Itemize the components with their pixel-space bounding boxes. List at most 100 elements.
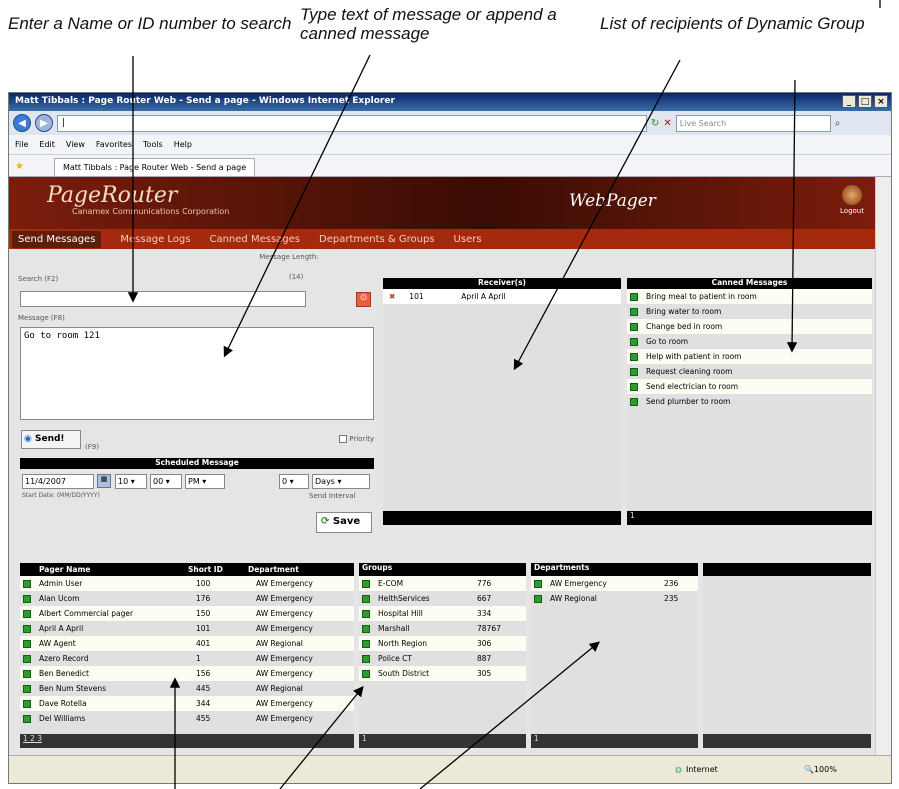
zoom-icon[interactable]: 🔍 bbox=[804, 765, 814, 774]
group-row[interactable]: South District 305 bbox=[359, 666, 526, 681]
ampm-select[interactable]: PM ▾ bbox=[185, 474, 225, 489]
add-icon bbox=[23, 639, 31, 648]
nav-users[interactable]: Users bbox=[454, 234, 482, 245]
add-icon bbox=[630, 292, 638, 301]
pagers-pagination[interactable]: 1 2 3 bbox=[20, 734, 354, 748]
add-icon bbox=[23, 579, 31, 588]
group-row[interactable]: Police CT 887 bbox=[359, 651, 526, 666]
department-row[interactable]: AW Regional 235 bbox=[531, 591, 698, 606]
pager-row[interactable]: Del Williams 455 AW Emergency bbox=[20, 711, 354, 726]
browser-tab[interactable]: Matt Tibbals : Page Router Web - Send a … bbox=[53, 158, 256, 176]
pager-id: 344 bbox=[196, 699, 211, 708]
search-icon[interactable]: ⌕ bbox=[835, 118, 841, 129]
pager-row[interactable]: Azero Record 1 AW Emergency bbox=[20, 651, 354, 666]
menu-edit[interactable]: Edit bbox=[39, 140, 55, 149]
receivers-footer bbox=[383, 511, 621, 525]
add-icon bbox=[630, 307, 638, 316]
nav-canned-messages[interactable]: Canned Messages bbox=[209, 234, 300, 245]
canned-item[interactable]: Send plumber to room bbox=[627, 394, 872, 409]
receivers-header: Receiver(s) bbox=[383, 278, 621, 289]
address-bar[interactable]: | bbox=[57, 114, 647, 132]
interval-unit-select[interactable]: Days ▾ bbox=[312, 474, 370, 489]
search-input[interactable] bbox=[20, 291, 306, 307]
pager-row[interactable]: Ben Num Stevens 445 AW Regional bbox=[20, 681, 354, 696]
canned-item[interactable]: Change bed in room bbox=[627, 319, 872, 334]
menu-file[interactable]: File bbox=[15, 140, 28, 149]
refresh-icon[interactable]: ↻ bbox=[651, 118, 659, 129]
save-button[interactable]: ⟳ Save bbox=[316, 512, 372, 533]
add-icon bbox=[23, 624, 31, 633]
minimize-icon[interactable]: _ bbox=[842, 95, 856, 108]
group-row[interactable]: HelthServices 667 bbox=[359, 591, 526, 606]
start-date-input[interactable]: 11/4/2007 bbox=[22, 474, 94, 489]
pager-row[interactable]: Dave Rotella 344 AW Emergency bbox=[20, 696, 354, 711]
pager-row[interactable]: Albert Commercial pager 150 AW Emergency bbox=[20, 606, 354, 621]
zoom-level[interactable]: 100% bbox=[814, 765, 837, 774]
pager-row[interactable]: AW Agent 401 AW Regional bbox=[20, 636, 354, 651]
add-icon bbox=[630, 352, 638, 361]
canned-messages-footer: 1 bbox=[627, 511, 872, 525]
pager-name: Azero Record bbox=[39, 654, 89, 663]
nav-message-logs[interactable]: Message Logs bbox=[120, 234, 190, 245]
message-label: Message (F8) bbox=[18, 314, 65, 322]
nav-send-messages[interactable]: Send Messages bbox=[12, 230, 102, 248]
col-department[interactable]: Department bbox=[248, 565, 299, 574]
pager-row[interactable]: Ben Benedict 156 AW Emergency bbox=[20, 666, 354, 681]
pager-id: 455 bbox=[196, 714, 211, 723]
app-logo-subtitle: Canamex Communications Corporation bbox=[72, 207, 230, 216]
forward-icon[interactable]: ▶ bbox=[35, 114, 53, 132]
canned-item[interactable]: Bring water to room bbox=[627, 304, 872, 319]
send-button[interactable]: ◉ Send! bbox=[21, 430, 81, 449]
group-name: E-COM bbox=[378, 579, 404, 588]
menu-help[interactable]: Help bbox=[174, 140, 192, 149]
add-icon bbox=[23, 699, 31, 708]
receiver-row[interactable]: ✖ 101 April A April bbox=[383, 289, 621, 304]
canned-item[interactable]: Go to room bbox=[627, 334, 872, 349]
pager-department: AW Emergency bbox=[256, 579, 313, 588]
canned-item[interactable]: Request cleaning room bbox=[627, 364, 872, 379]
interval-select[interactable]: 0 ▾ bbox=[279, 474, 309, 489]
priority-checkbox[interactable]: Priority bbox=[339, 435, 374, 443]
canned-item-label: Help with patient in room bbox=[646, 352, 742, 361]
col-pager-name[interactable]: Pager Name bbox=[20, 565, 188, 574]
canned-item[interactable]: Send electrician to room bbox=[627, 379, 872, 394]
stop-icon[interactable]: ✕ bbox=[663, 118, 671, 129]
col-short-id[interactable]: Short ID bbox=[188, 565, 248, 574]
canned-item-label: Send plumber to room bbox=[646, 397, 731, 406]
minute-select[interactable]: 00 ▾ bbox=[150, 474, 182, 489]
canned-item[interactable]: Bring meal to patient in room bbox=[627, 289, 872, 304]
clear-icon[interactable]: ⊙ bbox=[356, 292, 371, 307]
add-icon bbox=[362, 654, 370, 663]
pager-row[interactable]: April A April 101 AW Emergency bbox=[20, 621, 354, 636]
groups-header: Groups bbox=[359, 563, 526, 576]
group-row[interactable]: Marshall 78767 bbox=[359, 621, 526, 636]
group-row[interactable]: North Region 306 bbox=[359, 636, 526, 651]
calendar-icon[interactable]: ▦ bbox=[97, 474, 111, 488]
favorites-star-icon[interactable]: ★ bbox=[15, 161, 24, 172]
close-icon[interactable]: × bbox=[874, 95, 888, 108]
remove-icon[interactable]: ✖ bbox=[389, 292, 395, 301]
vertical-scrollbar[interactable] bbox=[875, 177, 891, 755]
pager-id: 1 bbox=[196, 654, 201, 663]
message-textarea[interactable]: Go to room 121 bbox=[20, 327, 374, 420]
pager-row[interactable]: Alan Ucom 176 AW Emergency bbox=[20, 591, 354, 606]
group-row[interactable]: Hospital Hill 334 bbox=[359, 606, 526, 621]
department-row[interactable]: AW Emergency 236 bbox=[531, 576, 698, 591]
maximize-icon[interactable]: □ bbox=[858, 95, 872, 108]
send-interval-label: Send Interval bbox=[309, 492, 356, 500]
menu-view[interactable]: View bbox=[66, 140, 85, 149]
canned-item[interactable]: Help with patient in room bbox=[627, 349, 872, 364]
add-icon bbox=[534, 579, 542, 588]
group-row[interactable]: E-COM 776 bbox=[359, 576, 526, 591]
nav-departments-groups[interactable]: Departments & Groups bbox=[319, 234, 435, 245]
menu-tools[interactable]: Tools bbox=[143, 140, 163, 149]
live-search-input[interactable]: Live Search bbox=[675, 114, 831, 132]
logout-button[interactable]: Logout bbox=[837, 185, 867, 215]
canned-item-label: Request cleaning room bbox=[646, 367, 733, 376]
pager-name: Dave Rotella bbox=[39, 699, 87, 708]
pager-department: AW Emergency bbox=[256, 654, 313, 663]
hour-select[interactable]: 10 ▾ bbox=[115, 474, 147, 489]
back-icon[interactable]: ◀ bbox=[13, 114, 31, 132]
pager-row[interactable]: Admin User 100 AW Emergency bbox=[20, 576, 354, 591]
menu-favorites[interactable]: Favorites bbox=[96, 140, 132, 149]
